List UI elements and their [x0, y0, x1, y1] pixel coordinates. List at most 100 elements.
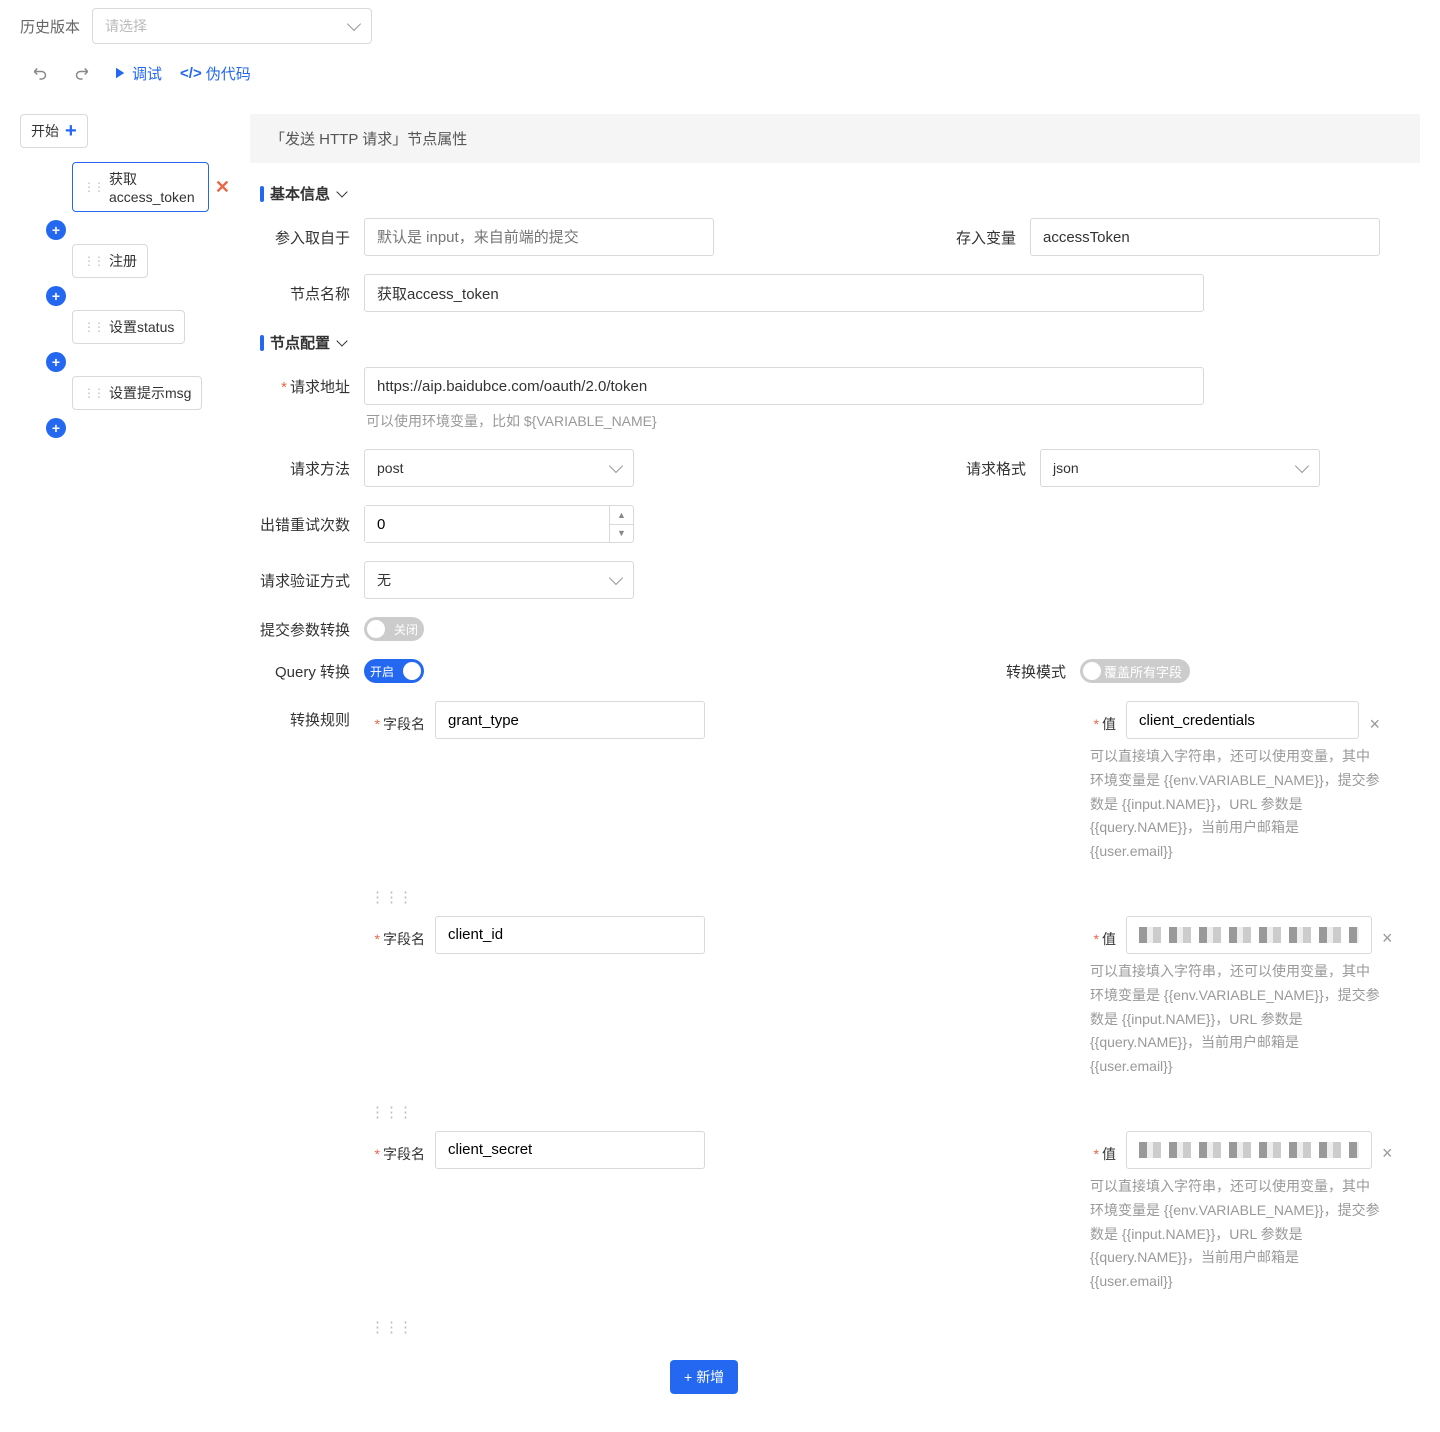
- spinner-up-icon[interactable]: ▲: [610, 506, 633, 525]
- chevron-down-icon: [609, 571, 623, 585]
- chevron-down-icon: [336, 335, 347, 346]
- retry-input[interactable]: [365, 506, 609, 542]
- label-value: 值: [1090, 1136, 1116, 1164]
- properties-panel: 「发送 HTTP 请求」节点属性 基本信息 参入取自于 存入变量 节点名称: [250, 114, 1420, 1412]
- add-node-icon[interactable]: +: [46, 286, 66, 306]
- value-input[interactable]: [1126, 701, 1359, 739]
- rule-row: 字段名 值 × 可以直接填入字符串，还可以使用变量，其中环境变量是 {{env.…: [370, 1131, 1420, 1294]
- drag-icon: ⋮⋮: [83, 386, 103, 400]
- method-value: post: [377, 460, 403, 476]
- tree-node-label: 设置status: [109, 317, 174, 337]
- tree-node-msg[interactable]: ⋮⋮ 设置提示msg: [72, 376, 202, 410]
- chevron-down-icon: [336, 186, 347, 197]
- label-method: 请求方法: [250, 458, 350, 479]
- label-input-from: 参入取自于: [250, 227, 350, 248]
- value-hint: 可以直接填入字符串，还可以使用变量，其中环境变量是 {{env.VARIABLE…: [1090, 745, 1380, 864]
- redo-icon[interactable]: [70, 62, 92, 84]
- rule-row: 字段名 值 × 可以直接填入字符串，还可以使用变量，其中环境变量是 {{env.…: [370, 701, 1420, 864]
- drag-icon: ⋮⋮: [83, 254, 103, 268]
- add-node-icon[interactable]: +: [46, 418, 66, 438]
- label-value: 值: [1090, 706, 1116, 734]
- request-url-field[interactable]: [364, 367, 1204, 405]
- field-name-input[interactable]: [435, 701, 705, 739]
- tree-node-label: 获取access_token: [109, 169, 198, 205]
- chevron-down-icon: [1295, 459, 1309, 473]
- chevron-down-icon: [347, 17, 361, 31]
- code-icon: </>: [180, 65, 202, 82]
- auth-value: 无: [377, 570, 391, 590]
- store-to-field[interactable]: [1030, 218, 1380, 256]
- section-label: 节点配置: [270, 332, 330, 353]
- plus-icon: +: [684, 1369, 692, 1385]
- label-convert-rule: 转换规则: [250, 701, 350, 730]
- add-node-icon[interactable]: +: [46, 220, 66, 240]
- label-store-to: 存入变量: [946, 227, 1016, 248]
- label-auth: 请求验证方式: [250, 570, 350, 591]
- label-query-convert: Query 转换: [250, 661, 350, 682]
- node-name-field[interactable]: [364, 274, 1204, 312]
- tree-node-label: 注册: [109, 251, 137, 271]
- label-node-name: 节点名称: [250, 283, 350, 304]
- undo-icon[interactable]: [30, 62, 52, 84]
- tree-panel: 开始 + ⋮⋮ 获取access_token ✕ + ⋮⋮ 注册 + ⋮⋮ 设置…: [20, 114, 230, 442]
- section-basic[interactable]: 基本信息: [260, 183, 1420, 204]
- add-label: 新增: [696, 1367, 724, 1387]
- overwrite-label: 覆盖所有字段: [1104, 662, 1182, 681]
- tree-node-register[interactable]: ⋮⋮ 注册: [72, 244, 148, 278]
- debug-button[interactable]: 调试: [110, 63, 162, 84]
- add-node-icon[interactable]: +: [46, 352, 66, 372]
- remove-icon[interactable]: ×: [1382, 920, 1393, 949]
- section-label: 基本信息: [270, 183, 330, 204]
- retry-field[interactable]: ▲ ▼: [364, 505, 634, 543]
- remove-icon[interactable]: ×: [1382, 1135, 1393, 1164]
- url-hint: 可以使用环境变量，比如 ${VARIABLE_NAME}: [366, 411, 657, 431]
- spinner-down-icon[interactable]: ▼: [610, 525, 633, 543]
- section-config[interactable]: 节点配置: [260, 332, 1420, 353]
- label-field-name: 字段名: [370, 1136, 425, 1164]
- auth-select[interactable]: 无: [364, 561, 634, 599]
- toggle-label: 关闭: [394, 621, 418, 638]
- chevron-down-icon: [609, 459, 623, 473]
- panel-title: 「发送 HTTP 请求」节点属性: [250, 114, 1420, 163]
- label-field-name: 字段名: [370, 706, 425, 734]
- label-field-name: 字段名: [370, 921, 425, 949]
- label-value: 值: [1090, 921, 1116, 949]
- close-icon[interactable]: ✕: [215, 177, 230, 198]
- tree-node-label: 设置提示msg: [109, 383, 191, 403]
- plus-icon[interactable]: +: [65, 121, 77, 141]
- label-format: 请求格式: [956, 458, 1026, 479]
- debug-label: 调试: [132, 63, 162, 84]
- rule-row: 字段名 值 × 可以直接填入字符串，还可以使用变量，其中环境变量是 {{env.…: [370, 916, 1420, 1079]
- query-convert-toggle[interactable]: 开启: [364, 659, 424, 683]
- tree-node-access-token[interactable]: ⋮⋮ 获取access_token: [72, 162, 209, 212]
- value-input-redacted[interactable]: [1126, 916, 1372, 954]
- drag-icon: ⋮⋮: [83, 180, 103, 194]
- tree-root[interactable]: 开始 +: [20, 114, 88, 148]
- label-request-url: 请求地址: [250, 376, 350, 397]
- value-hint: 可以直接填入字符串，还可以使用变量，其中环境变量是 {{env.VARIABLE…: [1090, 1175, 1380, 1294]
- field-name-input[interactable]: [435, 1131, 705, 1169]
- param-convert-toggle[interactable]: 关闭: [364, 617, 424, 641]
- remove-icon[interactable]: ×: [1369, 706, 1380, 735]
- add-rule-button[interactable]: + 新增: [670, 1360, 738, 1394]
- tree-node-status[interactable]: ⋮⋮ 设置status: [72, 310, 185, 344]
- version-placeholder: 请选择: [105, 16, 147, 36]
- tree-root-label: 开始: [31, 121, 59, 141]
- format-select[interactable]: json: [1040, 449, 1320, 487]
- label-param-convert: 提交参数转换: [250, 619, 350, 640]
- drag-handle-icon[interactable]: ⋮⋮⋮: [370, 888, 1420, 906]
- pseudocode-button[interactable]: </> 伪代码: [180, 63, 251, 84]
- format-value: json: [1053, 460, 1079, 476]
- toggle-label: 开启: [370, 663, 394, 680]
- pseudocode-label: 伪代码: [206, 63, 251, 84]
- value-input-redacted[interactable]: [1126, 1131, 1372, 1169]
- overwrite-toggle[interactable]: 覆盖所有字段: [1080, 659, 1190, 683]
- version-select[interactable]: 请选择: [92, 8, 372, 44]
- method-select[interactable]: post: [364, 449, 634, 487]
- label-convert-mode: 转换模式: [996, 661, 1066, 682]
- drag-icon: ⋮⋮: [83, 320, 103, 334]
- drag-handle-icon[interactable]: ⋮⋮⋮: [370, 1318, 1420, 1336]
- field-name-input[interactable]: [435, 916, 705, 954]
- drag-handle-icon[interactable]: ⋮⋮⋮: [370, 1103, 1420, 1121]
- input-from-field[interactable]: [364, 218, 714, 256]
